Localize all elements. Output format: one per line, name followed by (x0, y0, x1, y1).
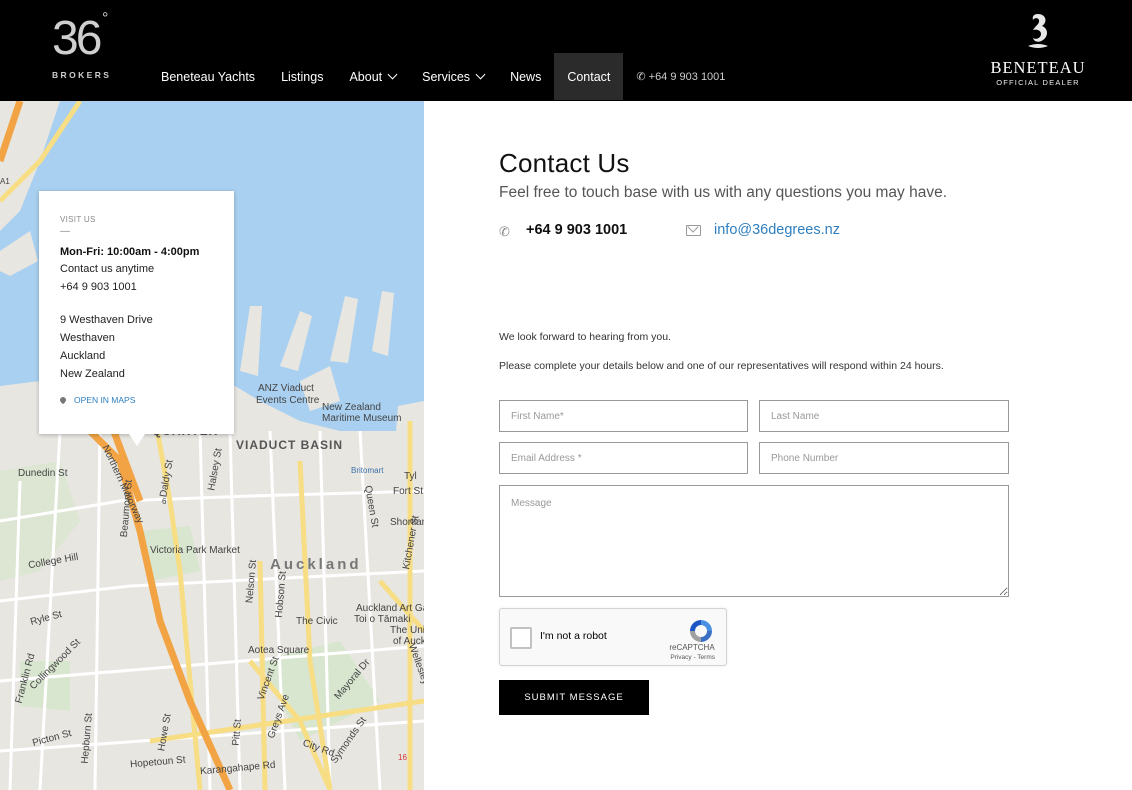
nav-item-services[interactable]: Services (409, 53, 497, 100)
map-label-new-zealand: New Zealand (322, 402, 381, 413)
partner-name: BENETEAU (990, 58, 1086, 77)
36-brokers-logo[interactable]: 36 ° BROKERS (52, 10, 114, 82)
map-label-anz: ANZ Viaduct (258, 383, 314, 394)
contact-phone[interactable]: +64 9 903 1001 (526, 222, 686, 238)
open-in-maps-link[interactable]: OPEN IN MAPS (58, 395, 213, 405)
partner-subtitle: OFFICIAL DEALER (996, 78, 1080, 87)
recaptcha-checkbox[interactable] (510, 627, 532, 649)
contact-email-link[interactable]: info@36degrees.nz (714, 222, 840, 238)
map-label-victoria-park: Victoria Park Market (150, 545, 240, 556)
logo-degree: ° (102, 10, 109, 27)
nav-label: Listings (281, 69, 324, 84)
address-block: 9 Westhaven Drive Westhaven Auckland New… (60, 314, 213, 381)
nav-item-about[interactable]: About (336, 53, 409, 100)
open-in-maps-label: OPEN IN MAPS (74, 395, 136, 405)
map-label-fort: Fort St (393, 486, 424, 497)
map-label-route-6: 6 (162, 497, 167, 506)
logo-word: BROKERS (52, 70, 112, 80)
map-pin-icon (58, 395, 68, 405)
recaptcha-widget: I'm not a robot reCAPTCHA Privacy - Term… (499, 608, 727, 666)
contact-anytime: Contact us anytime (60, 263, 155, 275)
first-name-field[interactable] (499, 400, 748, 432)
recaptcha-logo-icon (690, 620, 712, 642)
nav-item-listings[interactable]: Listings (268, 53, 336, 100)
nav-label: About (349, 69, 383, 84)
page-subtitle: Feel free to touch base with us with any… (499, 184, 948, 201)
intro-text: We look forward to hearing from you. (499, 331, 671, 343)
nav-phone-link[interactable]: ✆ +64 9 903 1001 (623, 53, 738, 100)
last-name-field[interactable] (759, 400, 1009, 432)
nav-label: Contact (567, 69, 611, 84)
map-label-a1: A1 (0, 177, 10, 186)
site-header: 36 ° BROKERS Beneteau Yachts Listings Ab… (0, 0, 1132, 101)
logo-number: 36 (52, 12, 102, 65)
nav-phone-number: +64 9 903 1001 (648, 70, 726, 83)
map-label-tyler: Tyl (404, 471, 417, 482)
card-pointer (129, 434, 145, 446)
address-line: New Zealand (60, 368, 125, 380)
seahorse-icon (1028, 14, 1048, 48)
message-field[interactable] (499, 485, 1009, 597)
address-line: 9 Westhaven Drive (60, 314, 153, 326)
map-label-univ: The Univ (390, 625, 424, 636)
phone-icon: ✆ (499, 224, 510, 239)
map-label-route-16: 16 (398, 753, 407, 762)
visit-dash: — (60, 226, 70, 237)
map-label-events-centre: Events Centre (256, 395, 320, 406)
instructions-text: Please complete your details below and o… (499, 360, 944, 372)
address-line: Westhaven (60, 332, 115, 344)
visit-us-heading: VISIT US (60, 215, 96, 224)
map-label-viaduct-basin: VIADUCT BASIN (236, 438, 344, 452)
map-label-dunedin: Dunedin St (18, 468, 68, 479)
main-nav: Beneteau Yachts Listings About Services … (148, 53, 738, 100)
beneteau-dealer-logo[interactable]: BENETEAU OFFICIAL DEALER (990, 12, 1086, 87)
map-label-shortland: Shortland St (390, 517, 424, 528)
nav-label: News (510, 69, 542, 84)
map-label-maritime: Maritime Museum (322, 413, 402, 424)
map-label-art-gallery: Auckland Art Ga (356, 603, 424, 614)
nav-item-contact[interactable]: Contact (554, 53, 624, 100)
visit-phone: +64 9 903 1001 (60, 281, 137, 293)
submit-message-button[interactable]: SUBMIT MESSAGE (499, 680, 649, 715)
recaptcha-brand: reCAPTCHA (669, 643, 715, 652)
recaptcha-terms-link[interactable]: Privacy - Terms (670, 654, 715, 661)
chevron-down-icon (387, 69, 398, 80)
visit-us-card: VISIT US — Mon-Fri: 10:00am - 4:00pm Con… (39, 191, 234, 446)
contact-details-row: ✆ +64 9 903 1001 info@36degrees.nz (499, 222, 1059, 239)
address-line: Auckland (60, 350, 106, 362)
map-label-britomart: Britomart (351, 466, 384, 475)
page-title: Contact Us (499, 148, 630, 178)
nav-item-beneteau-yachts[interactable]: Beneteau Yachts (148, 53, 268, 100)
email-field[interactable] (499, 442, 748, 474)
location-map[interactable]: VIADUCT BASIN QUARTER Auckland ANZ Viadu… (0, 101, 424, 790)
nav-item-news[interactable]: News (497, 53, 554, 100)
chevron-down-icon (475, 69, 486, 80)
map-label-aotea: Aotea Square (248, 645, 310, 656)
recaptcha-label: I'm not a robot (540, 630, 607, 642)
envelope-icon (686, 224, 701, 236)
nav-label: Beneteau Yachts (161, 69, 256, 84)
map-label-civic: The Civic (296, 616, 338, 627)
map-label-toi: Toi o Tāmaki (354, 614, 411, 625)
opening-hours: Mon-Fri: 10:00am - 4:00pm (60, 246, 200, 258)
nav-label: Services (422, 69, 471, 84)
phone-field[interactable] (759, 442, 1009, 474)
contact-section: Contact Us Feel free to touch base with … (499, 148, 1059, 239)
map-label-pitt: Pitt St (230, 718, 244, 747)
phone-icon: ✆ (636, 71, 646, 83)
